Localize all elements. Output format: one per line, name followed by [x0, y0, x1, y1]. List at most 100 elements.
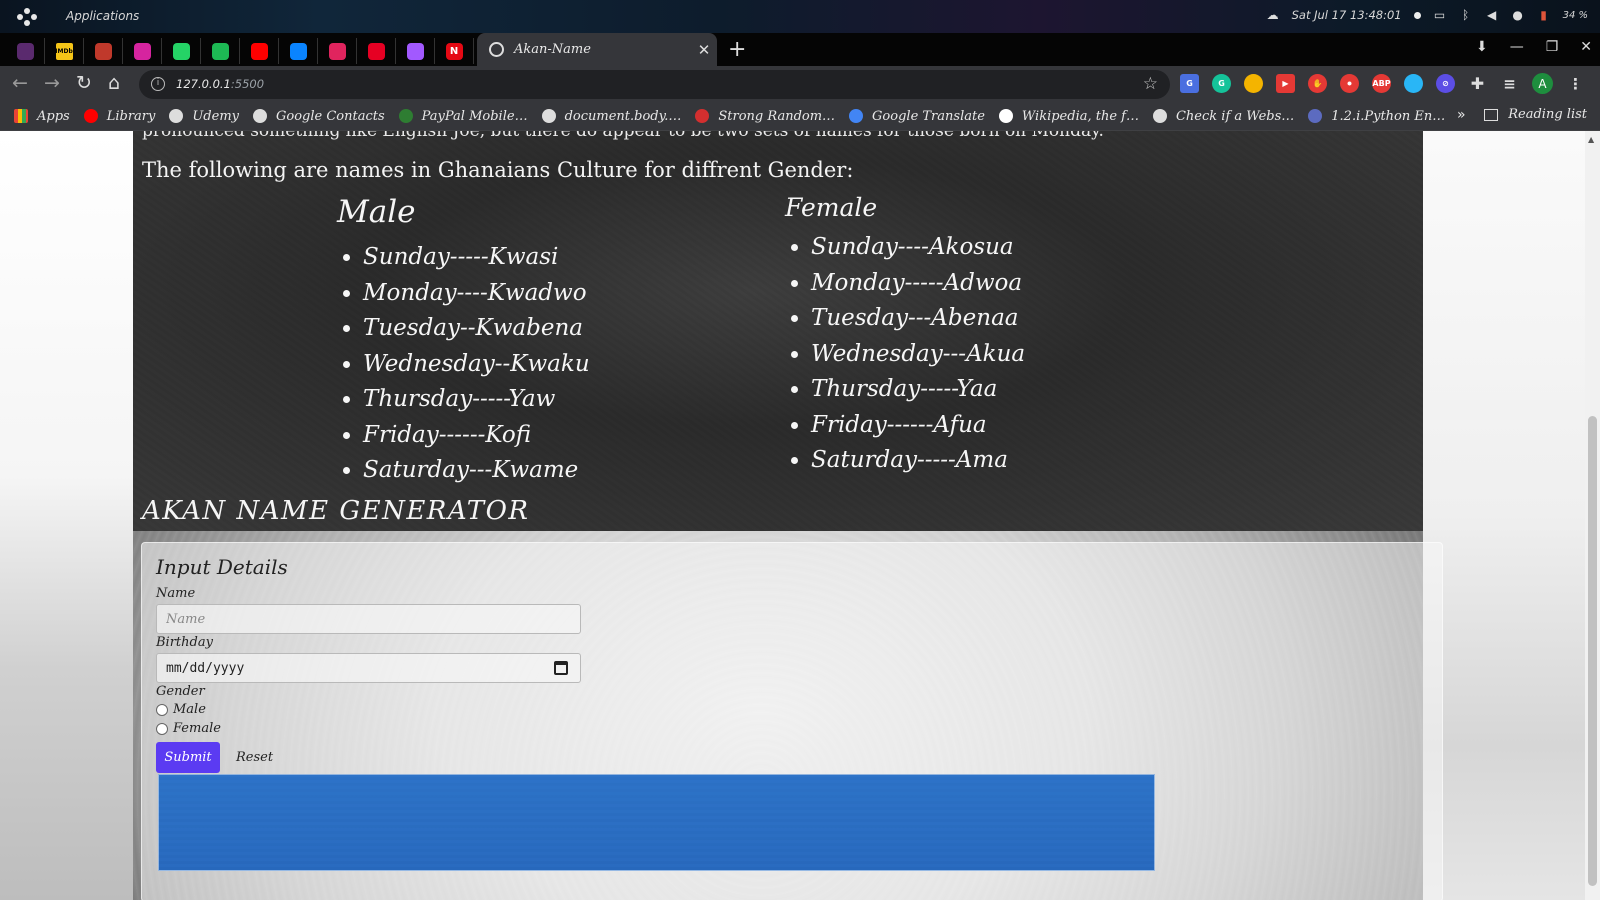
- address-bar[interactable]: i 127.0.0.1:5500 ☆: [139, 70, 1170, 99]
- info-icon[interactable]: i: [151, 77, 165, 91]
- applications-icon[interactable]: [17, 8, 37, 26]
- tab-pinned-instagram[interactable]: [123, 38, 162, 64]
- name-label: Name: [156, 586, 196, 601]
- tab-pinned-whatsapp-icon: [172, 42, 190, 60]
- block-extension-icon[interactable]: ⏺: [1340, 74, 1359, 93]
- bookmark-star-icon[interactable]: ☆: [1143, 74, 1158, 94]
- submit-button[interactable]: Submit: [156, 742, 220, 773]
- adblock-extension-icon[interactable]: ABP: [1372, 74, 1391, 93]
- bookmark-label: Udemy: [192, 108, 239, 124]
- bookmark-item[interactable]: Strong Random…: [695, 109, 835, 124]
- gender-option-female[interactable]: Female: [156, 721, 221, 736]
- menu-dots-icon[interactable]: ⋮: [1566, 74, 1585, 93]
- bookmark-label: 1.2.i.Python En…: [1331, 108, 1446, 124]
- tab-title: Akan-Name: [514, 42, 591, 57]
- gender-option-male[interactable]: Male: [156, 702, 206, 717]
- chrome-extension-icon[interactable]: [1244, 74, 1263, 93]
- bookmark-item[interactable]: Library: [83, 109, 155, 124]
- url-text[interactable]: 127.0.0.1:5500: [176, 77, 264, 91]
- tab-pinned-figma[interactable]: [396, 38, 435, 64]
- bookmark-item[interactable]: Apps: [14, 109, 70, 124]
- background-image-left: [0, 131, 133, 900]
- translate-extension-icon[interactable]: G: [1180, 74, 1199, 93]
- screen-icon[interactable]: ▭: [1433, 8, 1447, 22]
- generator-title: AKAN NAME GENERATOR: [142, 496, 530, 526]
- bookmark-item[interactable]: Wikipedia, the f…: [998, 109, 1139, 124]
- reset-button[interactable]: Reset: [230, 742, 279, 773]
- bookmark-label: Strong Random…: [718, 108, 836, 124]
- birthday-input[interactable]: mm/dd/yyyy: [156, 653, 581, 683]
- close-window-icon[interactable]: ✕: [1580, 39, 1592, 55]
- tab-pinned-3-icon: [94, 42, 112, 60]
- bookmark-label: Check if a Webs…: [1175, 108, 1295, 124]
- tab-akan-name[interactable]: Akan-Name ✕: [477, 33, 717, 66]
- tab-pinned-1[interactable]: [6, 38, 45, 64]
- tab-pinned-imdb[interactable]: IMDb: [45, 38, 84, 64]
- tab-search-icon[interactable]: ⬇: [1476, 39, 1488, 55]
- bookmark-favicon-icon: [1308, 109, 1323, 123]
- forward-icon[interactable]: →: [44, 72, 60, 94]
- male-names-column: Male Sunday-----KwasiMonday----KwadwoTue…: [337, 194, 590, 489]
- tab-pinned-pinterest[interactable]: [357, 38, 396, 64]
- bird-extension-icon[interactable]: [1404, 74, 1423, 93]
- hand-extension-icon[interactable]: ✋: [1308, 74, 1327, 93]
- scroll-up-icon[interactable]: ▲: [1588, 135, 1594, 144]
- list-item: Tuesday---Abenaa: [811, 301, 1025, 337]
- page-viewport: pronounced something like English Joe, b…: [0, 131, 1585, 900]
- avatar[interactable]: A: [1532, 73, 1553, 94]
- tab-pinned-spotify[interactable]: [201, 38, 240, 64]
- home-icon[interactable]: ⌂: [108, 72, 120, 94]
- tab-pinned-netflix[interactable]: N: [435, 38, 474, 64]
- bookmark-favicon-icon: [14, 109, 28, 123]
- input-form-card: Input Details Name Birthday mm/dd/yyyy G…: [141, 542, 1443, 900]
- puzzle-icon[interactable]: ✚: [1468, 74, 1487, 93]
- applications-menu[interactable]: Applications: [66, 9, 139, 23]
- bookmark-item[interactable]: document.body.…: [541, 109, 681, 124]
- tab-pinned-whatsapp[interactable]: [162, 38, 201, 64]
- bookmark-item[interactable]: 1.2.i.Python En…: [1308, 109, 1445, 124]
- female-radio[interactable]: [156, 722, 168, 735]
- clock[interactable]: Sat Jul 17 13:48:01: [1292, 8, 1402, 22]
- tab-pinned-youtube-icon: [250, 42, 268, 60]
- calendar-icon[interactable]: [554, 661, 568, 675]
- weather-icon[interactable]: ☁: [1266, 8, 1280, 22]
- reading-list-button[interactable]: Reading list: [1484, 107, 1587, 122]
- minimize-icon[interactable]: —: [1510, 39, 1524, 55]
- bookmark-item[interactable]: Google Translate: [849, 109, 985, 124]
- volume-icon[interactable]: ◀: [1485, 8, 1499, 22]
- video-extension-icon[interactable]: ▶: [1276, 74, 1295, 93]
- male-radio[interactable]: [156, 703, 168, 716]
- bookmark-favicon-icon: [541, 109, 556, 123]
- name-input[interactable]: [156, 604, 581, 634]
- list-item: Friday------Afua: [811, 408, 1025, 444]
- bookmark-item[interactable]: PayPal Mobile…: [398, 109, 528, 124]
- more-bookmarks-button[interactable]: »: [1457, 107, 1466, 123]
- back-icon[interactable]: ←: [12, 72, 28, 94]
- list-item: Saturday---Kwame: [363, 453, 590, 489]
- tab-pinned-3[interactable]: [84, 38, 123, 64]
- cut-off-paragraph: pronounced something like English Joe, b…: [142, 131, 1104, 141]
- tab-pinned-figma-icon: [406, 42, 424, 60]
- bookmark-item[interactable]: Google Contacts: [253, 109, 385, 124]
- tab-pinned-instagram-icon: [133, 42, 151, 60]
- page-scrollbar[interactable]: ▲: [1585, 131, 1600, 900]
- tab-pinned-spotify-icon: [211, 42, 229, 60]
- restore-icon[interactable]: ❐: [1546, 39, 1559, 55]
- female-radio-label: Female: [173, 721, 221, 736]
- microphone-icon[interactable]: ●: [1511, 8, 1525, 22]
- grammarly-extension-icon[interactable]: G: [1212, 74, 1231, 93]
- tab-pinned-9[interactable]: [318, 38, 357, 64]
- reload-icon[interactable]: ↻: [76, 72, 92, 94]
- battery-icon[interactable]: ▮: [1537, 8, 1551, 22]
- circle-extension-icon[interactable]: ⊘: [1436, 74, 1455, 93]
- scrollbar-thumb[interactable]: [1588, 416, 1597, 886]
- media-icon[interactable]: ≡: [1500, 74, 1519, 93]
- gender-label: Gender: [156, 684, 205, 699]
- close-icon[interactable]: ✕: [691, 41, 717, 59]
- bookmark-item[interactable]: Udemy: [169, 109, 239, 124]
- tab-pinned-onedrive[interactable]: [279, 38, 318, 64]
- new-tab-button[interactable]: +: [728, 37, 746, 62]
- bookmark-item[interactable]: Check if a Webs…: [1152, 108, 1295, 124]
- tab-pinned-youtube[interactable]: [240, 38, 279, 64]
- bluetooth-icon[interactable]: ᛒ: [1459, 8, 1473, 22]
